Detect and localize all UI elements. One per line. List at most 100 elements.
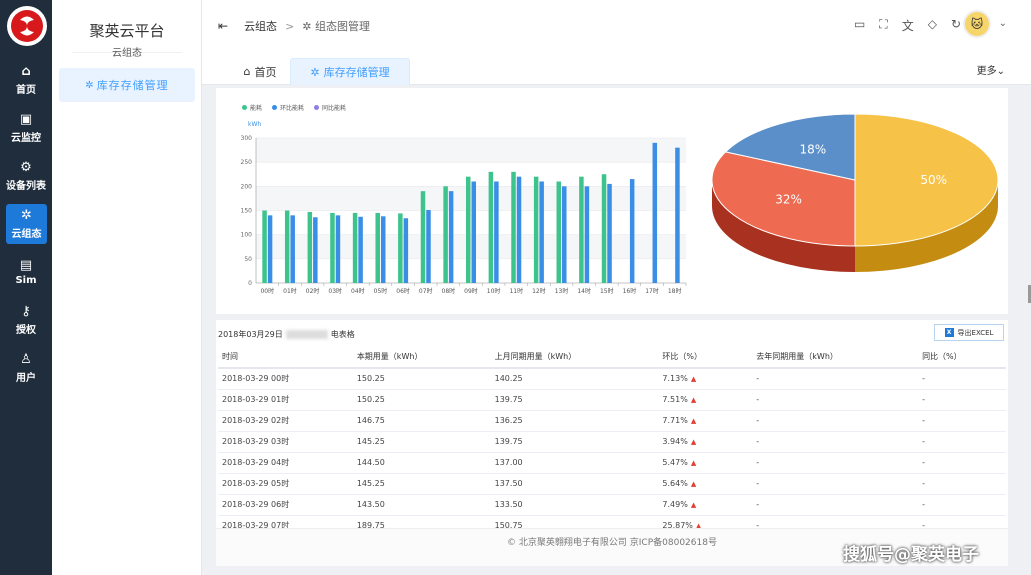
collapse-menu-icon[interactable]: ⇤ xyxy=(218,19,228,33)
table-row[interactable]: 2018-03-29 05时 145.25 137.50 5.64% ▲ - - xyxy=(218,473,1006,495)
bar-1-4 xyxy=(358,216,363,283)
rail-item-1[interactable]: ▣ 云监控 xyxy=(0,106,52,150)
cell-value: - xyxy=(922,458,925,467)
x-tick-label: 09时 xyxy=(464,287,478,295)
table-cell: 2018-03-29 00时 xyxy=(218,368,353,390)
table-cell: - xyxy=(918,494,1006,516)
x-tick-label: 12时 xyxy=(532,287,546,295)
nodes-icon: ✲ xyxy=(21,207,32,223)
bar-1-7 xyxy=(426,210,431,283)
rail-item-label: 授权 xyxy=(16,324,36,336)
cell-value: 7.49% xyxy=(662,500,688,509)
more-tabs-button[interactable]: 更多⌄ xyxy=(977,62,1005,77)
table-cell: 136.25 xyxy=(490,410,659,432)
table-cell: 146.75 xyxy=(352,410,491,432)
bar-1-2 xyxy=(313,217,318,283)
table-cell: 140.25 xyxy=(490,368,659,390)
y-tick-label: 100 xyxy=(241,232,253,239)
table-row[interactable]: 2018-03-29 02时 146.75 136.25 7.71% ▲ - - xyxy=(218,410,1006,432)
translate-icon[interactable]: 文 xyxy=(902,17,914,34)
brand-logo[interactable] xyxy=(7,6,47,46)
skin-icon[interactable]: ◇ xyxy=(928,17,937,34)
x-tick-label: 14时 xyxy=(577,287,591,295)
rail-item-5[interactable]: ⚷ 授权 xyxy=(0,298,52,342)
caption-suffix: 电表格 xyxy=(330,330,355,339)
more-label: 更多 xyxy=(976,66,997,77)
bar-0-14 xyxy=(579,176,584,283)
column-header[interactable]: 本期用量（kWh） xyxy=(352,346,491,369)
rail-item-3[interactable]: ✲ 云组态 xyxy=(6,204,47,244)
x-tick-label: 18时 xyxy=(668,287,682,295)
table-row[interactable]: 2018-03-29 03时 145.25 139.75 3.94% ▲ - - xyxy=(218,431,1006,453)
monitor-icon: ▣ xyxy=(19,111,33,127)
column-header[interactable]: 环比（%） xyxy=(658,346,753,369)
bar-0-3 xyxy=(330,212,335,283)
x-tick-label: 02时 xyxy=(306,287,320,295)
x-tick-label: 13时 xyxy=(555,287,569,295)
chevron-down-icon[interactable]: ⌄ xyxy=(999,18,1007,29)
bar-0-1 xyxy=(284,210,290,283)
x-tick-label: 05时 xyxy=(374,287,388,295)
rail-item-0[interactable]: ⌂ 首页 xyxy=(0,58,52,102)
cell-value: - xyxy=(756,458,760,467)
tab-storage[interactable]: ✲ 库存存储管理 xyxy=(290,58,410,85)
up-arrow-icon: ▲ xyxy=(690,459,697,467)
cell-value: 137.50 xyxy=(494,479,523,488)
bar-0-6 xyxy=(398,213,403,283)
fullscreen-icon[interactable]: ⛶ xyxy=(879,17,887,34)
breadcrumb-root[interactable]: 云组态 xyxy=(244,18,277,34)
breadcrumb-current: ✲ 组态图管理 xyxy=(302,18,370,34)
rail-item-4[interactable]: ▤ Sim xyxy=(0,250,52,294)
tab-home[interactable]: ⌂ 首页 xyxy=(230,58,290,85)
column-header[interactable]: 时间 xyxy=(218,346,353,369)
cell-value: - xyxy=(756,374,760,384)
refresh-icon[interactable]: ↻ xyxy=(951,17,961,34)
header-tools: ▭ ⛶ 文 ◇ ↻ xyxy=(854,17,961,34)
export-excel-button[interactable]: X 导出EXCEL xyxy=(934,324,1004,341)
table-cell: 2018-03-29 02时 xyxy=(218,410,353,432)
column-header[interactable]: 去年同期用量（kWh） xyxy=(752,346,919,369)
table-cell: 2018-03-29 04时 xyxy=(218,452,353,474)
cell-value: 136.25 xyxy=(494,416,523,425)
cell-value: 5.47% xyxy=(662,458,688,467)
table-cell: - xyxy=(752,410,919,432)
table-cell: 150.25 xyxy=(352,389,491,411)
bar-0-10 xyxy=(488,171,494,283)
table-cell: 3.94% ▲ xyxy=(658,431,753,453)
monitor-icon[interactable]: ▭ xyxy=(854,17,865,34)
section-divider xyxy=(216,314,1008,320)
x-tick-label: 07时 xyxy=(419,287,433,295)
column-header[interactable]: 上月同期用量（kWh） xyxy=(490,346,659,369)
bar-1-18 xyxy=(675,147,680,283)
x-tick-label: 16时 xyxy=(623,287,637,295)
table-cell: - xyxy=(918,389,1006,411)
rail-item-label: 云监控 xyxy=(11,132,41,144)
bar-0-0 xyxy=(262,210,267,283)
bar-0-4 xyxy=(352,212,358,283)
table-row[interactable]: 2018-03-29 00时 150.25 140.25 7.13% ▲ - - xyxy=(218,368,1006,390)
table-cell: 137.00 xyxy=(490,452,659,474)
cell-value: 2018-03-29 01时 xyxy=(222,395,290,404)
table-cell: - xyxy=(918,410,1006,432)
cell-value: 2018-03-29 04时 xyxy=(222,458,290,467)
table-row[interactable]: 2018-03-29 04时 144.50 137.00 5.47% ▲ - - xyxy=(218,452,1006,474)
breadcrumb-current-label: 组态图管理 xyxy=(315,20,370,33)
cell-value: - xyxy=(756,479,760,488)
table-row[interactable]: 2018-03-29 06时 143.50 133.50 7.49% ▲ - - xyxy=(218,494,1006,516)
sidebar-item-storage[interactable]: ✲ 库存存储管理 xyxy=(59,68,195,102)
table-row[interactable]: 2018-03-29 01时 150.25 139.75 7.51% ▲ - - xyxy=(218,389,1006,411)
avatar[interactable]: 🐱 xyxy=(963,10,991,38)
column-header[interactable]: 同比（%） xyxy=(918,346,1006,369)
rail-item-2[interactable]: ⚙ 设备列表 xyxy=(0,154,52,198)
rail-item-6[interactable]: ♙ 用户 xyxy=(0,346,52,390)
table-cell: 5.47% ▲ xyxy=(658,452,753,474)
main-content: 能耗 环比能耗 同比能耗 kWh 0 50 100 150 200 250 300 00时 01时 0… xyxy=(216,88,1008,566)
bar-1-9 xyxy=(471,181,476,283)
table-cell: - xyxy=(752,452,919,474)
watermark: 搜狐号@聚英电子 xyxy=(843,545,979,565)
cell-value: 133.50 xyxy=(494,500,523,509)
bar-1-1 xyxy=(290,215,295,283)
cell-value: 7.51% xyxy=(662,395,688,404)
bar-1-15 xyxy=(607,183,612,283)
bar-1-12 xyxy=(539,181,544,283)
